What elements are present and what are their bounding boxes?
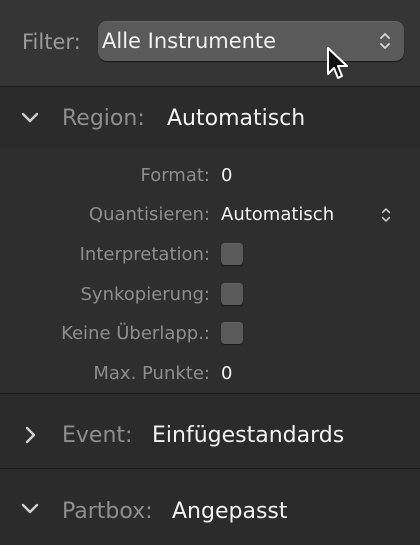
- chevron-down-icon[interactable]: [20, 499, 40, 519]
- partbox-value: Angepasst: [172, 499, 288, 524]
- region-value: Automatisch: [167, 106, 306, 131]
- no-overlap-checkbox[interactable]: [221, 322, 243, 344]
- param-row-interpretation: Interpretation:: [0, 235, 420, 275]
- interpretation-checkbox[interactable]: [221, 243, 243, 265]
- max-dots-value[interactable]: 0: [221, 362, 232, 386]
- format-value[interactable]: 0: [221, 164, 232, 188]
- quantize-value[interactable]: Automatisch: [221, 203, 334, 227]
- chevron-down-icon[interactable]: [20, 108, 40, 128]
- param-row-quantize: Quantisieren: Automatisch: [0, 195, 420, 235]
- chevron-right-icon[interactable]: [20, 425, 40, 445]
- section-header-event[interactable]: Event: Einfügestandards: [0, 406, 420, 464]
- syncopation-checkbox[interactable]: [221, 283, 243, 305]
- syncopation-label: Synkopierung:: [80, 284, 211, 305]
- format-label: Format:: [140, 165, 211, 186]
- filter-select-value: Alle Instrumente: [102, 29, 277, 53]
- interpretation-label: Interpretation:: [79, 244, 210, 265]
- region-parameters: Format: 0 Quantisieren: Automatisch Inte…: [0, 148, 420, 393]
- no-overlap-label: Keine Überlapp.:: [61, 323, 210, 344]
- region-label: Region:: [62, 106, 145, 131]
- event-label: Event:: [62, 423, 133, 448]
- partbox-label: Partbox:: [62, 499, 153, 524]
- divider: [0, 86, 420, 87]
- filter-label: Filter:: [22, 30, 81, 54]
- section-header-partbox[interactable]: Partbox: Angepasst: [0, 482, 420, 540]
- mouse-pointer-icon: [327, 47, 348, 79]
- divider: [0, 393, 420, 394]
- param-row-no-overlap: Keine Überlapp.:: [0, 314, 420, 354]
- max-dots-label: Max. Punkte:: [93, 363, 210, 384]
- event-value: Einfügestandards: [152, 423, 345, 448]
- divider: [0, 468, 420, 469]
- param-row-format: Format: 0: [0, 156, 420, 196]
- param-row-syncopation: Synkopierung:: [0, 275, 420, 315]
- param-row-max-dots: Max. Punkte: 0: [0, 354, 420, 394]
- updown-chevrons-icon[interactable]: [380, 206, 392, 224]
- filter-row: Filter: Alle Instrumente: [0, 0, 420, 86]
- updown-chevrons-icon: [380, 33, 390, 49]
- quantize-label: Quantisieren:: [88, 204, 210, 225]
- section-header-region[interactable]: Region: Automatisch: [0, 90, 420, 148]
- filter-select[interactable]: Alle Instrumente: [98, 21, 404, 61]
